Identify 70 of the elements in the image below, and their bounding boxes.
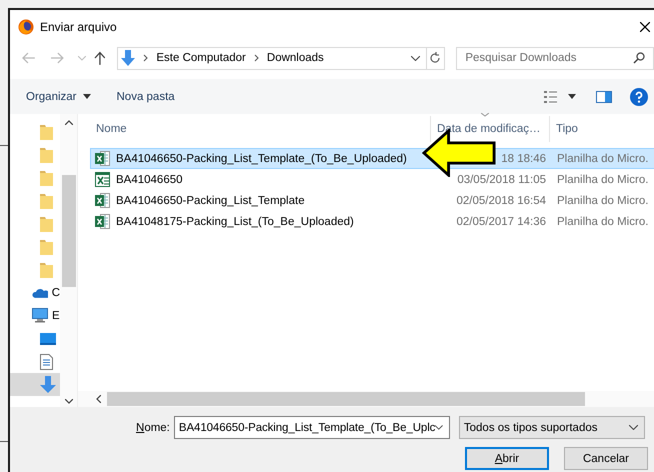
- sidebar-item[interactable]: E: [10, 304, 60, 327]
- file-date: 02/05/2018 16:54: [455, 194, 547, 206]
- file-date: 02/05/2017 14:36: [455, 216, 547, 228]
- refresh-icon: [429, 52, 442, 64]
- file-type: Planilha do Micro.: [556, 152, 648, 164]
- chevron-icon: [254, 54, 259, 62]
- file-row[interactable]: BA41046650-Packing_List_Template_(To_Be_Uploaded) 18 18:46 Planilha do Micro.: [90, 148, 654, 169]
- sidebar-item[interactable]: C: [10, 281, 60, 304]
- window-title: Enviar arquivo: [40, 20, 117, 34]
- folder-icon: [40, 262, 53, 278]
- scroll-left-icon[interactable]: [96, 395, 101, 403]
- spreadsheet-icon: [95, 172, 110, 187]
- file-row[interactable]: BA41046650 03/05/2018 11:05 Planilha do Micro.: [90, 169, 654, 190]
- dropdown-caret-icon: [628, 425, 638, 430]
- scrollbar-thumb[interactable]: [62, 175, 76, 287]
- search-field[interactable]: Pesquisar Downloads: [456, 46, 654, 70]
- file-type: Planilha do Micro.: [556, 194, 648, 206]
- desktop-icon: [40, 332, 56, 344]
- menu-button[interactable]: Organizar: [20, 88, 96, 104]
- browser-logo-icon: [18, 18, 34, 34]
- open-button[interactable]: Abrir: [465, 447, 549, 470]
- folder-icon: [40, 124, 53, 140]
- file-type: Planilha do Micro.: [556, 174, 648, 186]
- refresh-button[interactable]: [426, 46, 446, 70]
- scroll-up-icon[interactable]: [64, 120, 72, 125]
- column-header[interactable]: Tipo: [550, 116, 654, 142]
- help-icon[interactable]: [630, 88, 648, 106]
- document-icon: [40, 354, 53, 370]
- search-icon: [633, 52, 645, 64]
- scroll-down-icon[interactable]: [64, 399, 72, 404]
- caret-icon: [82, 94, 90, 99]
- file-name: BA41046650-Packing_List_Template_(To_Be_Uploaded): [116, 152, 408, 164]
- breadcrumb-item[interactable]: Downloads: [266, 52, 324, 64]
- file-date: 03/05/2018 11:05: [456, 174, 547, 186]
- folder-icon: [40, 238, 53, 254]
- dropdown-caret-icon[interactable]: [435, 425, 443, 430]
- download-arrow-icon: [40, 376, 56, 393]
- file-name: BA41046650-Packing_List_Template: [116, 194, 306, 206]
- caret-icon[interactable]: [568, 94, 576, 99]
- address-bar[interactable]: Este Computador Downloads: [117, 46, 427, 70]
- column-header[interactable]: Nome: [90, 116, 431, 142]
- folder-icon: [40, 146, 53, 162]
- dropdown-caret-icon[interactable]: [410, 56, 420, 60]
- cancel-button[interactable]: Cancelar: [564, 447, 648, 470]
- file-name-label: Nome:: [136, 422, 170, 434]
- file-date: 18 18:46: [500, 152, 547, 164]
- preview-pane-icon[interactable]: [596, 90, 612, 102]
- sort-caret-icon: [481, 113, 489, 117]
- breadcrumb-item[interactable]: Este Computador: [156, 52, 246, 64]
- file-row[interactable]: BA41048175-Packing_List_(To_Be_Uploaded) 02/05/2017 14:36 Planilha do Micro.: [90, 211, 654, 232]
- spreadsheet-icon: [95, 151, 110, 166]
- download-arrow-icon: [121, 50, 136, 66]
- chevron-icon: [143, 54, 148, 62]
- folder-icon: [40, 216, 53, 232]
- file-name-field[interactable]: BA41046650-Packing_List_Template_(To_Be_Uplc: [174, 416, 450, 439]
- spreadsheet-icon: [95, 193, 110, 208]
- cloud-icon: [32, 287, 48, 298]
- file-type: Planilha do Micro.: [556, 216, 648, 228]
- file-type-dropdown[interactable]: Todos os tipos suportados: [458, 416, 645, 439]
- toolbar-button[interactable]: Nova pasta: [110, 88, 181, 104]
- scrollbar-thumb[interactable]: [107, 392, 585, 406]
- file-name: BA41048175-Packing_List_(To_Be_Uploaded): [116, 216, 355, 228]
- spreadsheet-icon: [95, 214, 110, 229]
- file-name: BA41046650: [116, 174, 184, 186]
- computer-icon: [32, 308, 48, 323]
- file-row[interactable]: BA41046650-Packing_List_Template 02/05/2018 16:54 Planilha do Micro.: [90, 190, 654, 211]
- folder-icon: [40, 170, 53, 186]
- folder-icon: [40, 192, 53, 208]
- up-arrow-icon[interactable]: [94, 51, 106, 65]
- close-icon[interactable]: [640, 22, 650, 32]
